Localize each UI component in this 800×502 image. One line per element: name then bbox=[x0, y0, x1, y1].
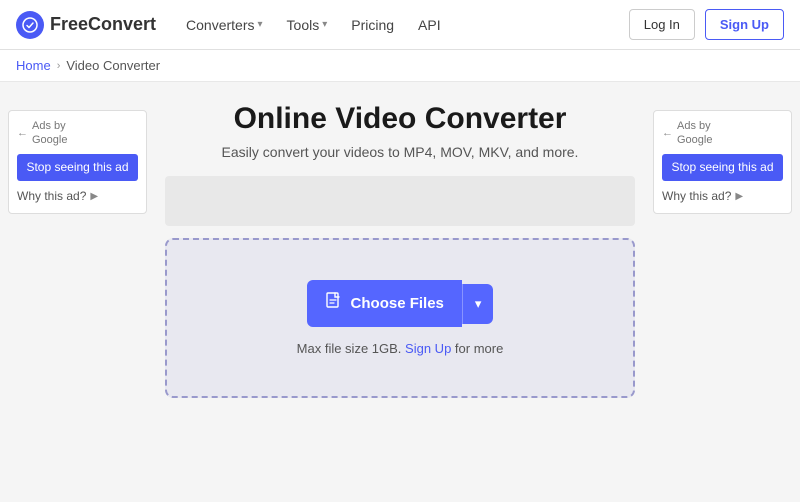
chevron-down-icon: ▾ bbox=[258, 19, 263, 30]
choose-files-button[interactable]: Choose Files bbox=[307, 280, 462, 327]
max-size-text: Max file size 1GB. Sign Up for more bbox=[297, 341, 504, 356]
file-icon bbox=[325, 292, 343, 315]
breadcrumb-current: Video Converter bbox=[66, 58, 160, 73]
logo-text: FreeConvert bbox=[50, 14, 156, 35]
ad-inner-left: ← Ads byGoogle Stop seeing this ad Why t… bbox=[8, 110, 147, 214]
stop-seeing-ad-button-left[interactable]: Stop seeing this ad bbox=[17, 154, 138, 182]
why-ad-arrow-icon-left: ▶ bbox=[90, 191, 98, 202]
chevron-down-icon: ▾ bbox=[322, 19, 327, 30]
ad-banner-strip bbox=[165, 176, 635, 226]
stop-seeing-ad-button-right[interactable]: Stop seeing this ad bbox=[662, 154, 783, 182]
ad-header-right: ← Ads byGoogle bbox=[662, 119, 783, 148]
login-button[interactable]: Log In bbox=[629, 9, 695, 40]
choose-files-row: Choose Files ▾ bbox=[307, 280, 494, 327]
ad-arrow-left-icon[interactable]: ← bbox=[17, 127, 28, 139]
breadcrumb: Home › Video Converter bbox=[0, 50, 800, 82]
content-area: Online Video Converter Easily convert yo… bbox=[155, 102, 645, 482]
drop-zone: Choose Files ▾ Max file size 1GB. Sign U… bbox=[165, 238, 635, 398]
header-right: Log In Sign Up bbox=[629, 9, 784, 40]
ads-by-google-left: Ads byGoogle bbox=[32, 119, 67, 148]
ad-panel-right: ← Ads byGoogle Stop seeing this ad Why t… bbox=[645, 102, 800, 482]
nav-pricing[interactable]: Pricing bbox=[341, 11, 404, 39]
ad-inner-right: ← Ads byGoogle Stop seeing this ad Why t… bbox=[653, 110, 792, 214]
logo-icon bbox=[16, 11, 44, 39]
nav-tools[interactable]: Tools ▾ bbox=[277, 11, 338, 39]
nav-api[interactable]: API bbox=[408, 11, 451, 39]
header-left: FreeConvert Converters ▾ Tools ▾ Pricing… bbox=[16, 11, 451, 39]
page-title: Online Video Converter bbox=[234, 102, 567, 136]
breadcrumb-home[interactable]: Home bbox=[16, 58, 51, 73]
ad-arrow-right-icon[interactable]: ← bbox=[662, 127, 673, 139]
choose-files-dropdown-button[interactable]: ▾ bbox=[462, 284, 494, 324]
signup-link[interactable]: Sign Up bbox=[405, 341, 451, 356]
choose-files-label: Choose Files bbox=[351, 295, 444, 312]
page-subtitle: Easily convert your videos to MP4, MOV, … bbox=[222, 144, 579, 160]
logo[interactable]: FreeConvert bbox=[16, 11, 156, 39]
main-wrapper: ← Ads byGoogle Stop seeing this ad Why t… bbox=[0, 82, 800, 502]
ad-header-left: ← Ads byGoogle bbox=[17, 119, 138, 148]
why-ad-arrow-icon-right: ▶ bbox=[735, 191, 743, 202]
why-this-ad-left[interactable]: Why this ad? ▶ bbox=[17, 187, 138, 205]
ads-by-google-right: Ads byGoogle bbox=[677, 119, 712, 148]
nav-converters[interactable]: Converters ▾ bbox=[176, 11, 273, 39]
signup-button[interactable]: Sign Up bbox=[705, 9, 784, 40]
ad-panel-left: ← Ads byGoogle Stop seeing this ad Why t… bbox=[0, 102, 155, 482]
why-this-ad-right[interactable]: Why this ad? ▶ bbox=[662, 187, 783, 205]
header: FreeConvert Converters ▾ Tools ▾ Pricing… bbox=[0, 0, 800, 50]
breadcrumb-separator: › bbox=[57, 60, 61, 72]
dropdown-chevron-icon: ▾ bbox=[475, 296, 482, 312]
main-nav: Converters ▾ Tools ▾ Pricing API bbox=[176, 11, 451, 39]
